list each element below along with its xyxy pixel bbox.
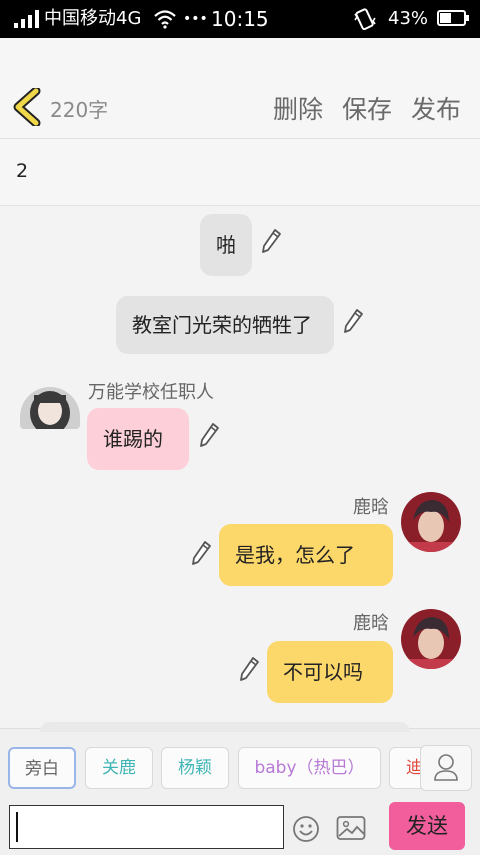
character-chip[interactable]: 关鹿 [85, 747, 153, 789]
publish-button[interactable]: 发布 [411, 90, 461, 126]
back-chevron-icon[interactable] [12, 88, 42, 126]
message-text: 啪 [216, 233, 236, 257]
chip-label: 旁白 [25, 759, 59, 779]
avatar-right[interactable] [401, 492, 461, 552]
boy-avatar-icon [401, 609, 461, 669]
carrier-label: 中国移动4G [44, 8, 142, 29]
narration-bubble[interactable]: 啪 [200, 214, 252, 276]
delete-button[interactable]: 删除 [273, 90, 323, 126]
character-chip[interactable]: 杨颖 [161, 747, 229, 789]
send-label: 发送 [406, 814, 448, 838]
narration-bubble[interactable]: 教室门光荣的牺牲了 [116, 296, 334, 354]
right-message-bubble[interactable]: 不可以吗 [267, 641, 393, 703]
sender-name: 万能学校任职人 [88, 382, 214, 403]
edit-pencil-icon[interactable] [190, 540, 212, 566]
edit-pencil-icon[interactable] [198, 422, 220, 448]
character-chip[interactable]: baby（热巴） [238, 747, 381, 789]
emoji-icon[interactable] [292, 815, 320, 843]
scroll-peek [40, 722, 410, 732]
message-input[interactable] [9, 805, 284, 849]
edit-pencil-icon[interactable] [260, 228, 282, 254]
status-bar: 中国移动4G ••• 10:15 43% [0, 0, 480, 38]
word-count: 220字 [50, 98, 109, 122]
message-text: 是我，怎么了 [235, 543, 355, 567]
boy-avatar-icon [401, 492, 461, 552]
send-button[interactable]: 发送 [389, 802, 465, 850]
edit-pencil-icon[interactable] [238, 656, 260, 682]
battery-icon [437, 10, 469, 26]
edit-pencil-icon[interactable] [342, 308, 364, 334]
person-icon [434, 754, 458, 781]
chip-label: baby（热巴） [254, 758, 365, 778]
more-dots: ••• [183, 11, 208, 27]
vibrate-icon [354, 8, 376, 30]
sender-name: 鹿晗 [353, 497, 389, 518]
character-manage-button[interactable] [420, 745, 472, 791]
editor-header [0, 38, 480, 139]
signal-icon [14, 10, 39, 28]
sender-name: 鹿晗 [353, 613, 389, 634]
message-text: 不可以吗 [283, 660, 363, 684]
chip-label: 关鹿 [102, 758, 136, 778]
wifi-icon [154, 10, 176, 29]
battery-percent: 43% [388, 8, 429, 29]
character-chip-narrator[interactable]: 旁白 [8, 747, 76, 789]
avatar-right[interactable] [401, 609, 461, 669]
clock: 10:15 [211, 7, 269, 31]
image-icon[interactable] [336, 815, 366, 841]
chip-label: 杨颖 [178, 758, 212, 778]
message-text: 谁踢的 [103, 427, 163, 451]
message-text: 教室门光荣的牺牲了 [132, 313, 312, 337]
left-message-bubble[interactable]: 谁踢的 [87, 408, 189, 470]
chapter-title-text: 2 [16, 160, 29, 182]
text-cursor [16, 812, 18, 842]
chapter-title-field[interactable]: 2 [0, 139, 480, 206]
right-message-bubble[interactable]: 是我，怎么了 [219, 524, 393, 586]
save-button[interactable]: 保存 [342, 90, 392, 126]
